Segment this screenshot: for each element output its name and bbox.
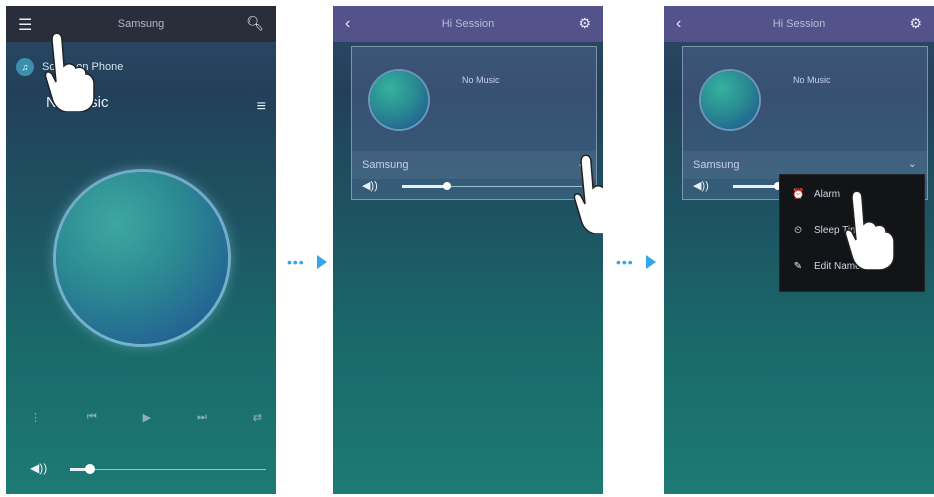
volume-row: ◀)) — [30, 461, 266, 477]
search-icon[interactable]: 🔍︎ — [246, 15, 264, 32]
back-icon[interactable]: ‹ — [676, 15, 681, 33]
phone-screen-1: ☰ Samsung 🔍︎ ♫ Songs on Phone No Music ≡… — [6, 6, 276, 494]
device-name: Samsung — [362, 159, 409, 171]
top-bar: ‹ Hi Session ⚙ — [333, 6, 603, 42]
chevron-down-icon[interactable]: ⌄ — [908, 157, 917, 170]
album-art-circle — [56, 172, 228, 344]
alarm-icon: ⏰ — [792, 189, 805, 200]
volume-fill — [402, 185, 447, 188]
play-icon[interactable]: ▶ — [143, 411, 151, 424]
panel-status: No Music — [793, 75, 831, 85]
menu-item-label: Alarm — [814, 189, 841, 200]
topbar-title: Hi Session — [441, 18, 495, 30]
top-bar: ‹ Hi Session ⚙ — [664, 6, 934, 42]
repeat-icon[interactable]: ⋮ — [30, 411, 41, 424]
flow-arrow: ••• — [616, 255, 656, 269]
tap-hand-icon — [844, 190, 904, 271]
panel-volume-row: ◀)) — [362, 179, 586, 193]
speaker-icon[interactable]: ◀)) — [362, 179, 378, 192]
drawer-icon[interactable]: ☰ — [18, 15, 32, 35]
next-icon[interactable]: ⏭ — [197, 411, 207, 424]
speaker-panel: No Music Samsung ⌄ ◀)) — [351, 46, 597, 200]
gear-icon[interactable]: ⚙ — [578, 15, 591, 32]
volume-knob[interactable] — [84, 464, 95, 474]
shuffle-icon[interactable]: ⇄ — [253, 411, 262, 424]
album-art-circle — [370, 71, 428, 129]
playback-controls: ⋮ ⏮ ▶ ⏭ ⇄ — [30, 411, 262, 424]
speaker-icon[interactable]: ◀)) — [30, 461, 47, 475]
volume-slider[interactable] — [70, 464, 266, 474]
topbar-title: Samsung — [117, 18, 165, 30]
topbar-title: Hi Session — [772, 18, 826, 30]
list-icon[interactable]: ≡ — [257, 98, 266, 116]
menu-item-alarm[interactable]: ⏰ Alarm — [792, 189, 840, 200]
tap-hand-icon — [573, 154, 603, 235]
previous-icon[interactable]: ⏮ — [87, 411, 97, 424]
gear-icon[interactable]: ⚙ — [909, 15, 922, 32]
speaker-icon[interactable]: ◀)) — [693, 179, 709, 192]
timer-icon: ⏲ — [794, 225, 802, 236]
volume-slider[interactable] — [402, 182, 582, 190]
tap-hand-icon — [44, 32, 104, 113]
phone-screen-3: ‹ Hi Session ⚙ No Music Samsung ⌄ ◀)) ⏰ … — [664, 6, 934, 494]
back-icon[interactable]: ‹ — [345, 15, 350, 33]
phone-screen-2: ‹ Hi Session ⚙ No Music Samsung ⌄ ◀)) — [333, 6, 603, 494]
flow-arrow: ••• — [287, 255, 327, 269]
device-row[interactable]: Samsung ⌄ — [352, 151, 596, 179]
edit-icon: ✎ — [793, 261, 803, 272]
album-art-circle — [701, 71, 759, 129]
volume-knob[interactable] — [443, 182, 451, 190]
volume-fill — [733, 185, 778, 188]
source-dot-icon: ♫ — [16, 58, 34, 76]
device-name: Samsung — [693, 159, 740, 171]
panel-status: No Music — [462, 75, 500, 85]
